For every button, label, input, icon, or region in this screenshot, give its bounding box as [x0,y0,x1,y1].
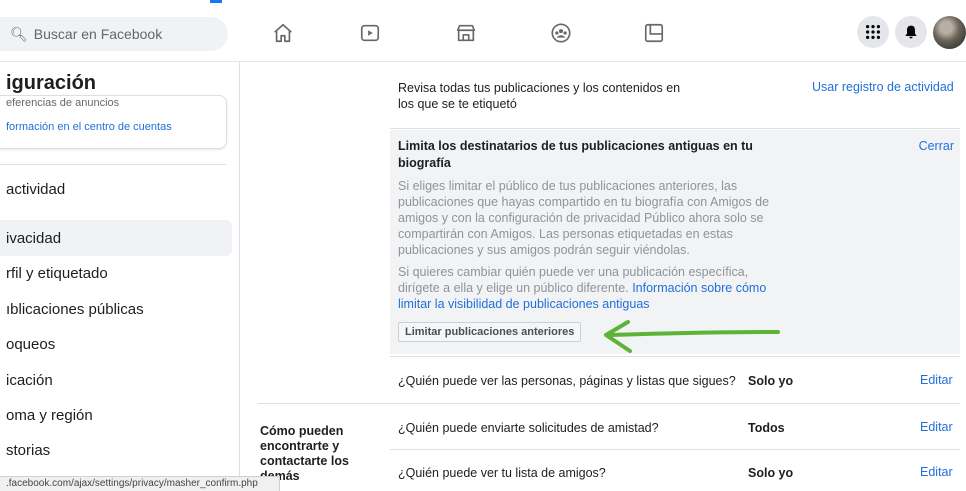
search-icon: 🔍︎ [10,25,28,42]
limit-panel-title: Limita los destinatarios de tus publicac… [398,139,753,170]
friend-requests-question: ¿Quién puede enviarte solicitudes de ami… [398,421,659,435]
limit-panel-description: Si eliges limitar el público de tus publ… [398,179,770,257]
close-link[interactable]: Cerrar [919,139,954,153]
section-divider [258,403,960,404]
sidebar-divider [0,164,226,165]
sidebar-item-stories[interactable]: storias [0,432,232,468]
friends-list-value: Solo yo [748,466,794,480]
use-activity-log-link[interactable]: Usar registro de actividad [812,80,954,94]
annotation-arrow [604,320,780,353]
settings-sidebar: iguración eferencias de anuncios formaci… [0,62,240,491]
search-placeholder: Buscar en Facebook [33,26,163,42]
menu-grid-icon[interactable] [857,16,889,48]
accounts-center-link[interactable]: formación en el centro de cuentas [6,121,172,133]
following-visibility-question: ¿Quién puede ver las personas, páginas y… [398,374,736,388]
friends-list-question: ¿Quién puede ver tu lista de amigos? [398,466,606,480]
sidebar-item-label: oma y región [6,406,93,424]
search-input[interactable]: 🔍︎ Buscar en Facebook [0,17,228,51]
sidebar-item-blocking[interactable]: oqueos [0,326,232,362]
sidebar-item-activity[interactable]: actividad [0,171,232,207]
marketplace-icon[interactable] [453,22,479,44]
edit-friend-requests-link[interactable]: Editar [920,420,953,434]
sidebar-item-location[interactable]: icación [0,362,232,398]
following-visibility-value: Solo yo [748,374,794,388]
find-contact-section-title: Cómo pueden encontrarte y contactarte lo… [260,424,349,483]
home-icon[interactable] [270,22,296,44]
edit-friends-list-link[interactable]: Editar [920,465,953,479]
ad-preferences-link[interactable]: eferencias de anuncios [6,97,119,109]
accounts-center-card[interactable]: eferencias de anuncios formación en el c… [0,95,227,149]
limit-panel-help-text: Si quieres cambiar quién puede ver una p… [398,264,778,312]
notifications-icon[interactable] [895,16,927,48]
groups-icon[interactable] [548,22,574,44]
sidebar-title: iguración [6,72,97,94]
row-divider [390,128,960,129]
sidebar-item-label: icación [6,371,53,389]
edit-following-visibility-link[interactable]: Editar [920,373,953,387]
limit-past-posts-button[interactable]: Limitar publicaciones anteriores [398,322,582,342]
sidebar-item-label: ivacidad [6,229,62,247]
avatar[interactable] [933,16,966,49]
top-navigation-bar: 🔍︎ Buscar en Facebook [0,0,966,62]
sidebar-item-label: ıblicaciones públicas [6,300,144,318]
sidebar-item-profile-tagging[interactable]: rfil y etiquetado [0,255,232,291]
sidebar-item-label: actividad [6,180,66,198]
gaming-icon[interactable] [641,22,667,44]
sidebar-item-public-posts[interactable]: ıblicaciones públicas [0,291,232,327]
row-divider [390,449,960,450]
watch-icon[interactable] [357,22,383,44]
row-divider [390,356,960,357]
sidebar-item-label: storias [6,441,51,459]
review-posts-text: Revisa todas tus publicaciones y los con… [398,81,681,111]
active-tab-indicator [210,0,222,3]
browser-status-url: .facebook.com/ajax/settings/privacy/mash… [0,476,280,491]
friend-requests-value: Todos [748,421,785,435]
sidebar-item-label: rfil y etiquetado [6,264,108,282]
sidebar-item-privacy[interactable]: ivacidad [0,220,232,256]
sidebar-item-label: oqueos [6,335,56,353]
sidebar-item-language-region[interactable]: oma y región [0,397,232,433]
